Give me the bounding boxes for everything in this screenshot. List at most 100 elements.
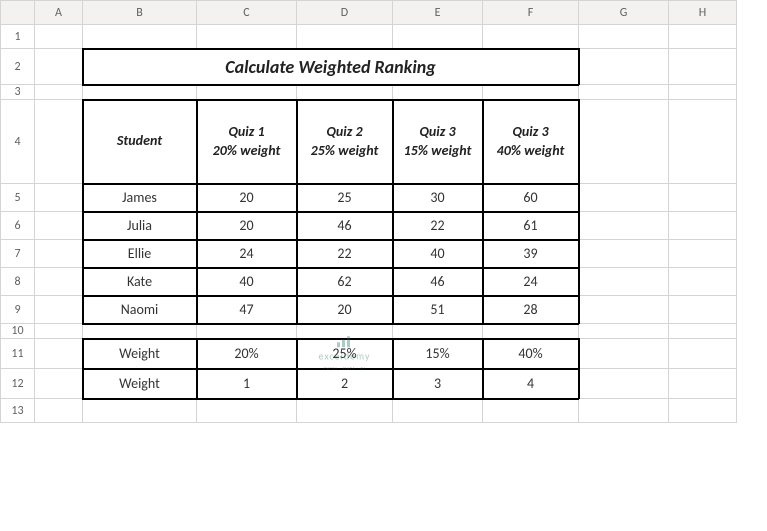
cell[interactable]	[669, 240, 737, 268]
cell[interactable]	[35, 100, 83, 184]
cell[interactable]	[393, 85, 483, 100]
quiz-cell[interactable]: 24	[483, 268, 579, 296]
cell[interactable]	[35, 369, 83, 399]
weight-value-cell[interactable]: 4	[483, 369, 579, 399]
header-quiz4[interactable]: Quiz 340% weight	[483, 100, 579, 184]
cell[interactable]	[669, 184, 737, 212]
cell[interactable]	[35, 339, 83, 369]
cell[interactable]	[669, 268, 737, 296]
cell[interactable]	[579, 49, 669, 85]
cell[interactable]	[393, 324, 483, 339]
cell[interactable]	[35, 399, 83, 423]
weight-value-cell[interactable]: 40%	[483, 339, 579, 369]
cell[interactable]	[297, 324, 393, 339]
weight-label-cell[interactable]: Weight	[83, 339, 197, 369]
cell[interactable]	[669, 85, 737, 100]
cell[interactable]	[197, 85, 297, 100]
cell[interactable]	[669, 49, 737, 85]
cell[interactable]	[83, 399, 197, 423]
quiz-cell[interactable]: 20	[197, 184, 297, 212]
quiz-cell[interactable]: 20	[197, 212, 297, 240]
quiz-cell[interactable]: 51	[393, 296, 483, 324]
cell[interactable]	[83, 85, 197, 100]
student-name-cell[interactable]: Julia	[83, 212, 197, 240]
cell[interactable]	[35, 212, 83, 240]
col-header[interactable]: D	[297, 1, 393, 25]
cell[interactable]	[35, 240, 83, 268]
row-header[interactable]: 10	[1, 324, 35, 339]
cell[interactable]	[579, 184, 669, 212]
weight-value-cell[interactable]: 2	[297, 369, 393, 399]
quiz-cell[interactable]: 61	[483, 212, 579, 240]
row-header[interactable]: 9	[1, 296, 35, 324]
quiz-cell[interactable]: 62	[297, 268, 393, 296]
col-header[interactable]: F	[483, 1, 579, 25]
cell[interactable]	[579, 324, 669, 339]
row-header[interactable]: 5	[1, 184, 35, 212]
student-name-cell[interactable]: Ellie	[83, 240, 197, 268]
title-cell[interactable]: Calculate Weighted Ranking	[83, 49, 579, 85]
cell[interactable]	[483, 399, 579, 423]
cell[interactable]	[579, 268, 669, 296]
cell[interactable]	[579, 25, 669, 49]
cell[interactable]	[669, 100, 737, 184]
header-quiz2[interactable]: Quiz 225% weight	[297, 100, 393, 184]
quiz-cell[interactable]: 24	[197, 240, 297, 268]
cell[interactable]	[669, 212, 737, 240]
cell[interactable]	[83, 324, 197, 339]
weight-value-cell[interactable]: 15%	[393, 339, 483, 369]
quiz-cell[interactable]: 28	[483, 296, 579, 324]
cell[interactable]	[669, 296, 737, 324]
row-header[interactable]: 13	[1, 399, 35, 423]
cell[interactable]	[579, 212, 669, 240]
cell[interactable]	[579, 240, 669, 268]
col-header[interactable]: E	[393, 1, 483, 25]
row-header[interactable]: 4	[1, 100, 35, 184]
cell[interactable]	[297, 85, 393, 100]
header-student[interactable]: Student	[83, 100, 197, 184]
cell[interactable]	[579, 399, 669, 423]
weight-value-cell[interactable]: 1	[197, 369, 297, 399]
header-quiz1[interactable]: Quiz 120% weight	[197, 100, 297, 184]
cell[interactable]	[579, 85, 669, 100]
col-header[interactable]: C	[197, 1, 297, 25]
weight-value-cell[interactable]: 3	[393, 369, 483, 399]
cell[interactable]	[483, 25, 579, 49]
quiz-cell[interactable]: 25	[297, 184, 393, 212]
cell[interactable]	[35, 184, 83, 212]
cell[interactable]	[669, 25, 737, 49]
cell[interactable]	[35, 25, 83, 49]
cell[interactable]	[297, 399, 393, 423]
select-all-corner[interactable]	[1, 1, 35, 25]
row-header[interactable]: 12	[1, 369, 35, 399]
quiz-cell[interactable]: 60	[483, 184, 579, 212]
cell[interactable]	[393, 399, 483, 423]
cell[interactable]	[669, 399, 737, 423]
cell[interactable]	[35, 268, 83, 296]
cell[interactable]	[669, 339, 737, 369]
cell[interactable]	[197, 324, 297, 339]
row-header[interactable]: 6	[1, 212, 35, 240]
cell[interactable]	[197, 25, 297, 49]
row-header[interactable]: 7	[1, 240, 35, 268]
cell[interactable]	[669, 369, 737, 399]
row-header[interactable]: 3	[1, 85, 35, 100]
cell[interactable]	[35, 296, 83, 324]
quiz-cell[interactable]: 46	[297, 212, 393, 240]
col-header[interactable]: A	[35, 1, 83, 25]
row-header[interactable]: 1	[1, 25, 35, 49]
quiz-cell[interactable]: 22	[393, 212, 483, 240]
cell[interactable]	[297, 25, 393, 49]
row-header[interactable]: 8	[1, 268, 35, 296]
col-header[interactable]: G	[579, 1, 669, 25]
student-name-cell[interactable]: Kate	[83, 268, 197, 296]
cell[interactable]	[579, 100, 669, 184]
quiz-cell[interactable]: 47	[197, 296, 297, 324]
weight-value-cell[interactable]: 25% exceldemy EXCEL · DATA · BI	[297, 339, 393, 369]
cell[interactable]	[579, 369, 669, 399]
student-name-cell[interactable]: James	[83, 184, 197, 212]
spreadsheet-grid[interactable]: A B C D E F G H 1 2 Calculate Weighted R…	[0, 0, 737, 423]
row-header[interactable]: 2	[1, 49, 35, 85]
cell[interactable]	[35, 49, 83, 85]
cell[interactable]	[393, 25, 483, 49]
